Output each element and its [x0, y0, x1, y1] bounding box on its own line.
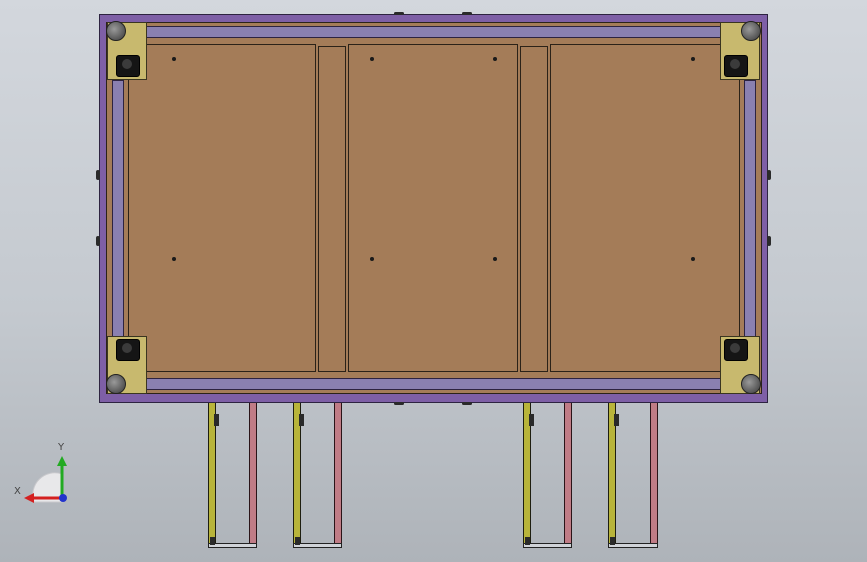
frame-nub: [96, 170, 100, 180]
frame-nub: [767, 236, 771, 246]
leg-bracket: [525, 537, 530, 545]
rail-left: [112, 80, 124, 340]
leg-post-right: [564, 402, 572, 547]
caster-bottom-right: [741, 374, 761, 394]
leg-bracket: [214, 414, 219, 426]
coordinate-triad: X Y: [14, 440, 74, 506]
leg-foot: [208, 543, 257, 548]
bolt: [493, 257, 497, 261]
panel-right: [550, 44, 740, 372]
frame-nub: [767, 170, 771, 180]
leg-bracket: [610, 537, 615, 545]
bolt: [691, 257, 695, 261]
rail-right: [744, 80, 756, 340]
triad-y-label: Y: [58, 442, 65, 453]
bolt: [691, 57, 695, 61]
rail-bottom: [146, 378, 721, 390]
model-viewport[interactable]: X Y: [0, 0, 867, 562]
mount-hole-bottom-right: [724, 339, 748, 361]
caster-bottom-left: [106, 374, 126, 394]
panel-center: [348, 44, 518, 372]
leg-bracket: [295, 537, 300, 545]
frame-nub: [96, 236, 100, 246]
leg-post-right: [334, 402, 342, 547]
caster-top-left: [106, 21, 126, 41]
bolt: [370, 257, 374, 261]
leg-foot: [293, 543, 342, 548]
leg-foot: [523, 543, 572, 548]
frame-nub: [462, 12, 472, 15]
brace-left: [318, 46, 346, 372]
frame-nub: [394, 402, 404, 405]
bolt: [172, 57, 176, 61]
triad-icon: [24, 456, 67, 503]
brace-right: [520, 46, 548, 372]
rail-top: [146, 26, 721, 38]
bolt: [370, 57, 374, 61]
frame-nub: [394, 12, 404, 15]
mount-hole-bottom-left: [116, 339, 140, 361]
mount-hole-top-left: [116, 55, 140, 77]
leg-foot: [608, 543, 658, 548]
triad-x-label: X: [14, 486, 21, 497]
leg-bracket: [299, 414, 304, 426]
leg-bracket: [529, 414, 534, 426]
mount-hole-top-right: [724, 55, 748, 77]
leg-bracket: [614, 414, 619, 426]
bolt: [493, 57, 497, 61]
leg-bracket: [210, 537, 215, 545]
leg-post-right: [249, 402, 257, 547]
caster-top-right: [741, 21, 761, 41]
panel-left: [128, 44, 316, 372]
leg-post-right: [650, 402, 658, 547]
frame-nub: [462, 402, 472, 405]
bolt: [172, 257, 176, 261]
